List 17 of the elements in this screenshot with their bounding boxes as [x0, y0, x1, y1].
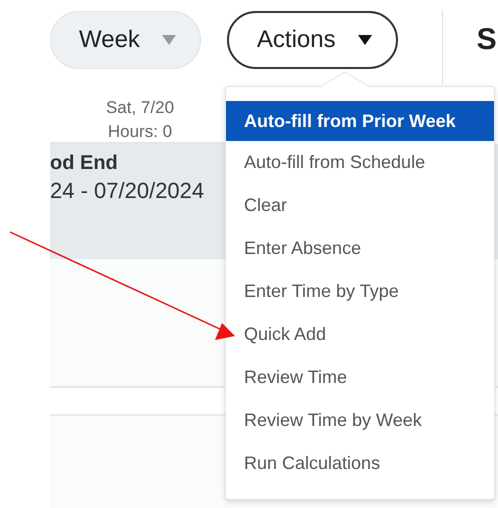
hours-label: Hours: 0: [108, 121, 172, 143]
page-heading: S: [476, 23, 497, 57]
menu-item[interactable]: Auto-fill from Schedule: [226, 141, 494, 184]
menu-item[interactable]: Review Time: [226, 356, 494, 399]
menu-item[interactable]: Clear: [226, 184, 494, 227]
menu-item[interactable]: Review Time by Week: [226, 399, 494, 442]
period-range: 24 - 07/20/2024: [50, 177, 204, 205]
actions-button[interactable]: Actions: [226, 11, 398, 69]
menu-item[interactable]: Auto-fill from Prior Week: [226, 101, 494, 141]
caret-icon: [358, 35, 372, 45]
menu-item[interactable]: Enter Time by Type: [226, 270, 494, 313]
period-title: od End: [50, 151, 118, 176]
caret-icon: [162, 35, 176, 45]
day-label: Sat, 7/20: [106, 97, 174, 119]
view-select[interactable]: Week: [50, 11, 201, 69]
menu-item[interactable]: Quick Add: [226, 313, 494, 356]
menu-item[interactable]: Enter Absence: [226, 227, 494, 270]
